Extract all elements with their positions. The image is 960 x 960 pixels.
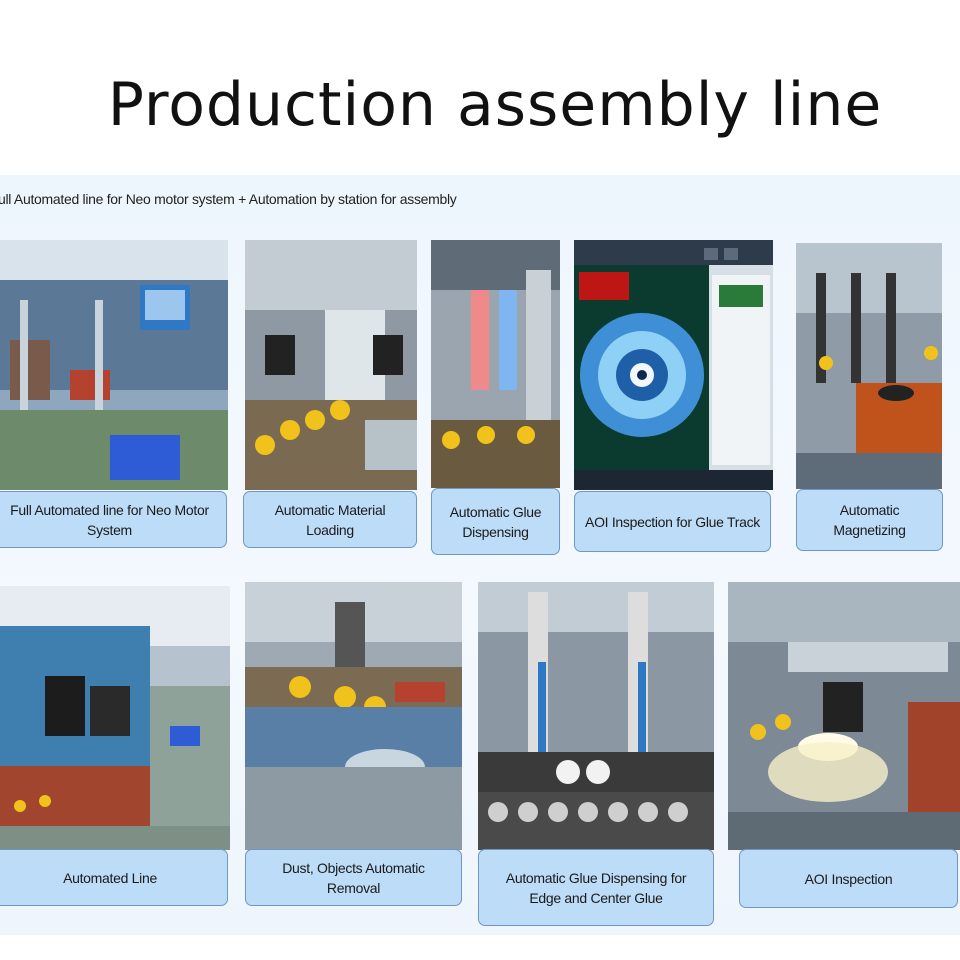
slide-subtitle: ull Automated line for Neo motor system … [0, 191, 457, 207]
photo-full-automated-line [0, 240, 228, 490]
photo-dust-removal [245, 582, 462, 850]
caption-full-automated-line: Full Automated line for Neo Motor System [0, 491, 227, 548]
caption-dust-removal: Dust, Objects Automatic Removal [245, 849, 462, 906]
photo-edge-center-glue [478, 582, 714, 850]
page-title: Production assembly line [107, 70, 883, 140]
caption-automated-line: Automated Line [0, 849, 228, 906]
caption-aoi-inspection: AOI Inspection [739, 849, 958, 908]
photo-magnetizing [796, 243, 942, 489]
caption-magnetizing: Automatic Magnetizing [796, 489, 943, 551]
photo-aoi-inspection [728, 582, 960, 850]
caption-glue-dispensing: Automatic Glue Dispensing [431, 488, 560, 555]
photo-material-loading [245, 240, 417, 490]
photo-aoi-glue-track [574, 240, 773, 490]
caption-aoi-glue-track: AOI Inspection for Glue Track [574, 491, 771, 552]
caption-material-loading: Automatic Material Loading [243, 491, 417, 548]
photo-automated-line [0, 586, 230, 850]
caption-edge-center-glue: Automatic Glue Dispensing for Edge and C… [478, 849, 714, 926]
photo-glue-dispensing [431, 240, 560, 488]
